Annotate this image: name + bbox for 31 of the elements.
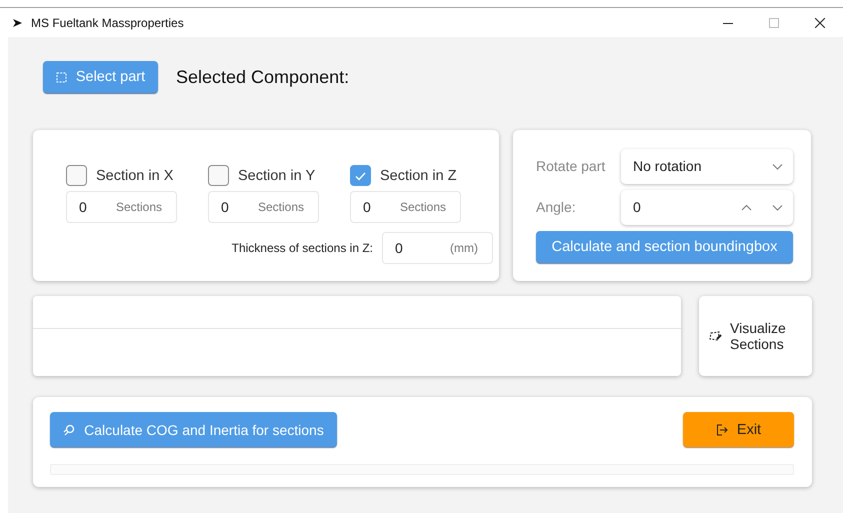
sections-count-field[interactable]: 0 Sections [66,191,177,223]
rotation-dropdown[interactable]: No rotation [621,148,793,184]
sections-count-field[interactable]: 0 Sections [208,191,319,223]
angle-spinbox[interactable]: 0 [621,190,793,224]
close-icon[interactable] [815,18,825,28]
checkbox-label: Section in X [96,168,174,184]
chevron-down-icon[interactable] [772,204,783,210]
unit-label: (mm) [450,241,478,255]
exit-button[interactable]: Exit [683,412,794,447]
app-icon [12,16,23,28]
selection-icon [56,72,67,82]
edit-shape-icon [709,330,722,342]
thickness-field[interactable]: 0 (mm) [382,232,493,264]
sections-count-field[interactable]: 0 Sections [350,191,461,223]
chevron-up-icon[interactable] [741,204,752,210]
unit-label: Sections [116,200,162,214]
checkbox-label: Section in Y [238,168,316,184]
rotate-label: Rotate part [536,158,606,174]
checkbox[interactable] [350,165,371,186]
unit-label: Sections [258,200,304,214]
window-title: MS Fueltank Massproperties [31,16,184,30]
visualize-sections-button[interactable]: Visualize Sections [699,296,812,376]
unit-label: Sections [400,200,446,214]
chevron-down-icon[interactable] [772,162,783,170]
angle-label: Angle: [536,199,577,215]
thickness-label: Thickness of sections in Z: [232,241,373,255]
checkbox[interactable] [66,165,87,186]
selected-component-label: Selected Component: [176,66,350,88]
checkbox[interactable] [208,165,229,186]
exit-icon [716,424,728,436]
checkbox-label: Section in Z [380,168,457,184]
